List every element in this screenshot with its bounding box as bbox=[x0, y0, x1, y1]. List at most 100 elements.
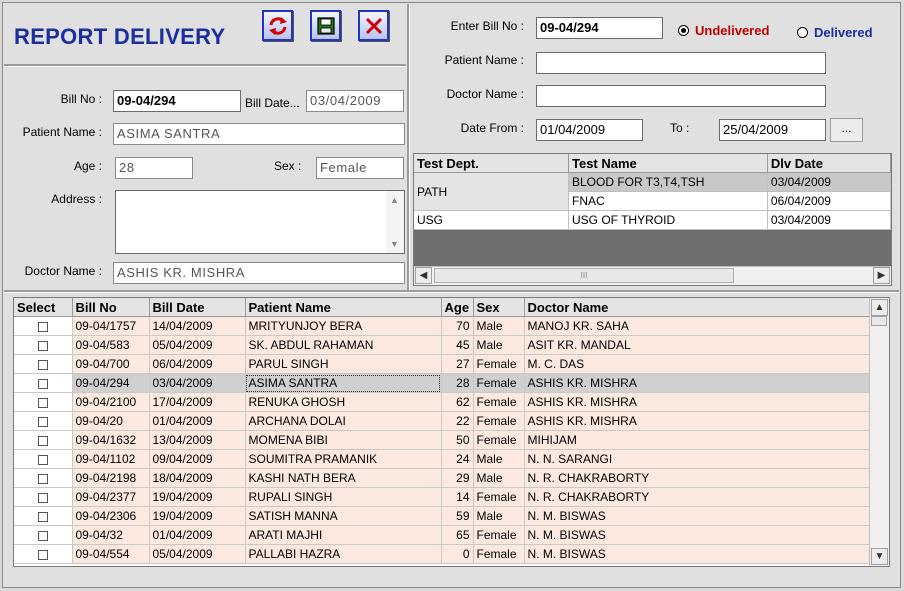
tests-col-date[interactable]: Dlv Date bbox=[767, 154, 891, 173]
vertical-divider bbox=[407, 4, 410, 292]
col-doctor-name[interactable]: Doctor Name bbox=[524, 298, 870, 317]
search-patient-name-field[interactable] bbox=[536, 52, 826, 74]
bill-no-cell: 09-04/2100 bbox=[72, 392, 150, 412]
select-cell bbox=[14, 544, 73, 564]
select-checkbox[interactable] bbox=[37, 378, 48, 389]
table-row[interactable]: 09-04/2377 19/04/2009 RUPALI SINGH 14 Female… bbox=[14, 487, 870, 507]
select-checkbox[interactable] bbox=[37, 416, 48, 427]
bill-date-cell: 09/04/2009 bbox=[149, 449, 246, 469]
select-cell bbox=[14, 430, 73, 450]
col-patient-name[interactable]: Patient Name bbox=[245, 298, 442, 317]
sex-cell: Female bbox=[473, 411, 525, 431]
close-button[interactable] bbox=[358, 10, 389, 41]
vscroll-thumb[interactable] bbox=[871, 316, 887, 326]
delivered-label: Delivered bbox=[814, 25, 873, 40]
bill-date-cell: 18/04/2009 bbox=[149, 468, 246, 488]
enter-bill-field[interactable]: 09-04/294 bbox=[536, 17, 663, 39]
bill-date-cell: 14/04/2009 bbox=[149, 316, 246, 336]
scroll-down-icon[interactable]: ▼ bbox=[871, 548, 888, 565]
scroll-up-icon[interactable]: ▲ bbox=[871, 299, 888, 316]
col-bill-date[interactable]: Bill Date bbox=[149, 298, 246, 317]
table-row[interactable]: 09-04/32 01/04/2009 ARATI MAJHI 65 Female N. … bbox=[14, 525, 870, 545]
patients-vscrollbar[interactable]: ▲ ▼ bbox=[869, 298, 889, 566]
table-row[interactable]: 09-04/1632 13/04/2009 MOMENA BIBI 50 Female M… bbox=[14, 430, 870, 450]
table-row[interactable]: 09-04/2306 19/04/2009 SATISH MANNA 59 Male N.… bbox=[14, 506, 870, 526]
sex-cell: Male bbox=[473, 449, 525, 469]
sex-field[interactable]: Female bbox=[316, 157, 404, 179]
bill-no-cell: 09-04/700 bbox=[72, 354, 150, 374]
scroll-left-icon[interactable]: ◀ bbox=[415, 267, 432, 284]
select-checkbox[interactable] bbox=[37, 397, 48, 408]
patient-name-cell: SOUMITRA PRAMANIK bbox=[245, 449, 442, 469]
save-button[interactable] bbox=[310, 10, 341, 41]
bill-no-label: Bill No : bbox=[60, 92, 102, 106]
bill-date-field[interactable]: 03/04/2009 bbox=[306, 90, 404, 112]
table-row[interactable]: 09-04/1757 14/04/2009 MRITYUNJOY BERA 70 Mal… bbox=[14, 316, 870, 336]
select-checkbox[interactable] bbox=[37, 321, 48, 332]
sex-cell: Male bbox=[473, 506, 525, 526]
select-checkbox[interactable] bbox=[37, 511, 48, 522]
date-to-label: To : bbox=[670, 121, 690, 135]
test-date-cell: 03/04/2009 bbox=[767, 210, 891, 230]
test-row[interactable]: PATH BLOOD FOR T3,T4,TSH 03/04/2009 bbox=[414, 172, 891, 211]
bill-date-cell: 03/04/2009 bbox=[149, 373, 246, 393]
select-cell bbox=[14, 449, 73, 469]
table-row[interactable]: 09-04/700 06/04/2009 PARUL SINGH 27 Female M.… bbox=[14, 354, 870, 374]
table-row[interactable]: 09-04/583 05/04/2009 SK. ABDUL RAHAMAN 45 Ma… bbox=[14, 335, 870, 355]
col-sex[interactable]: Sex bbox=[473, 298, 525, 317]
select-checkbox[interactable] bbox=[37, 530, 48, 541]
address-field[interactable]: ▲ ▼ bbox=[115, 190, 405, 254]
search-doctor-name-field[interactable] bbox=[536, 85, 826, 107]
doctor-name-field[interactable]: ASHIS KR. MISHRA bbox=[113, 262, 405, 284]
scroll-right-icon[interactable]: ▶ bbox=[873, 267, 890, 284]
address-label: Address : bbox=[51, 192, 102, 206]
bill-no-field[interactable]: 09-04/294 bbox=[113, 90, 241, 112]
select-checkbox[interactable] bbox=[37, 454, 48, 465]
table-row[interactable]: 09-04/1102 09/04/2009 SOUMITRA PRAMANIK 24 M… bbox=[14, 449, 870, 469]
date-from-label: Date From : bbox=[460, 121, 524, 135]
undelivered-radio[interactable]: Undelivered bbox=[678, 23, 769, 38]
col-select[interactable]: Select bbox=[14, 298, 73, 317]
tests-hscrollbar[interactable]: ◀ III ▶ bbox=[414, 266, 891, 285]
col-bill-no[interactable]: Bill No bbox=[72, 298, 150, 317]
table-row[interactable]: 09-04/20 01/04/2009 ARCHANA DOLAI 22 Female A… bbox=[14, 411, 870, 431]
age-field[interactable]: 28 bbox=[115, 157, 193, 179]
hscroll-thumb[interactable]: III bbox=[434, 268, 734, 283]
select-checkbox[interactable] bbox=[37, 435, 48, 446]
age-cell: 50 bbox=[441, 430, 474, 450]
select-checkbox[interactable] bbox=[37, 340, 48, 351]
tests-table: Test Dept. Test Name Dlv Date PATH BLOOD… bbox=[414, 154, 891, 230]
date-to-field[interactable]: 25/04/2009 bbox=[719, 119, 826, 141]
browse-button[interactable]: ... bbox=[830, 118, 863, 142]
doctor-name-cell: MANOJ KR. SAHA bbox=[524, 316, 870, 336]
doctor-name-cell: N. N. SARANGI bbox=[524, 449, 870, 469]
table-row[interactable]: 09-04/554 05/04/2009 PALLABI HAZRA 0 Female N… bbox=[14, 544, 870, 564]
bill-no-cell: 09-04/1102 bbox=[72, 449, 150, 469]
test-row[interactable]: USG USG OF THYROID 03/04/2009 bbox=[414, 210, 891, 230]
date-from-field[interactable]: 01/04/2009 bbox=[536, 119, 643, 141]
select-checkbox[interactable] bbox=[37, 492, 48, 503]
table-row[interactable]: 09-04/294 03/04/2009 ASIMA SANTRA 28 Female A… bbox=[14, 373, 870, 393]
grid-divider bbox=[4, 290, 899, 293]
table-row[interactable]: 09-04/2100 17/04/2009 RENUKA GHOSH 62 Female… bbox=[14, 392, 870, 412]
tests-col-name[interactable]: Test Name bbox=[568, 154, 768, 173]
select-cell bbox=[14, 487, 73, 507]
select-checkbox[interactable] bbox=[37, 359, 48, 370]
tests-col-dept[interactable]: Test Dept. bbox=[414, 154, 569, 173]
patient-name-cell: ARATI MAJHI bbox=[245, 525, 442, 545]
select-checkbox[interactable] bbox=[37, 473, 48, 484]
col-age[interactable]: Age bbox=[441, 298, 474, 317]
scroll-down-icon[interactable]: ▼ bbox=[390, 239, 399, 249]
table-row[interactable]: 09-04/2198 18/04/2009 KASHI NATH BERA 29 Mal… bbox=[14, 468, 870, 488]
age-cell: 29 bbox=[441, 468, 474, 488]
address-scrollbar[interactable]: ▲ ▼ bbox=[386, 191, 404, 253]
select-checkbox[interactable] bbox=[37, 549, 48, 560]
scroll-up-icon[interactable]: ▲ bbox=[390, 195, 399, 205]
bill-no-cell: 09-04/20 bbox=[72, 411, 150, 431]
patient-name-field[interactable]: ASIMA SANTRA bbox=[113, 123, 405, 145]
delivered-radio[interactable]: Delivered bbox=[797, 25, 873, 40]
refresh-button[interactable] bbox=[262, 10, 293, 41]
select-cell bbox=[14, 525, 73, 545]
bill-no-cell: 09-04/554 bbox=[72, 544, 150, 564]
undelivered-label: Undelivered bbox=[695, 23, 770, 38]
